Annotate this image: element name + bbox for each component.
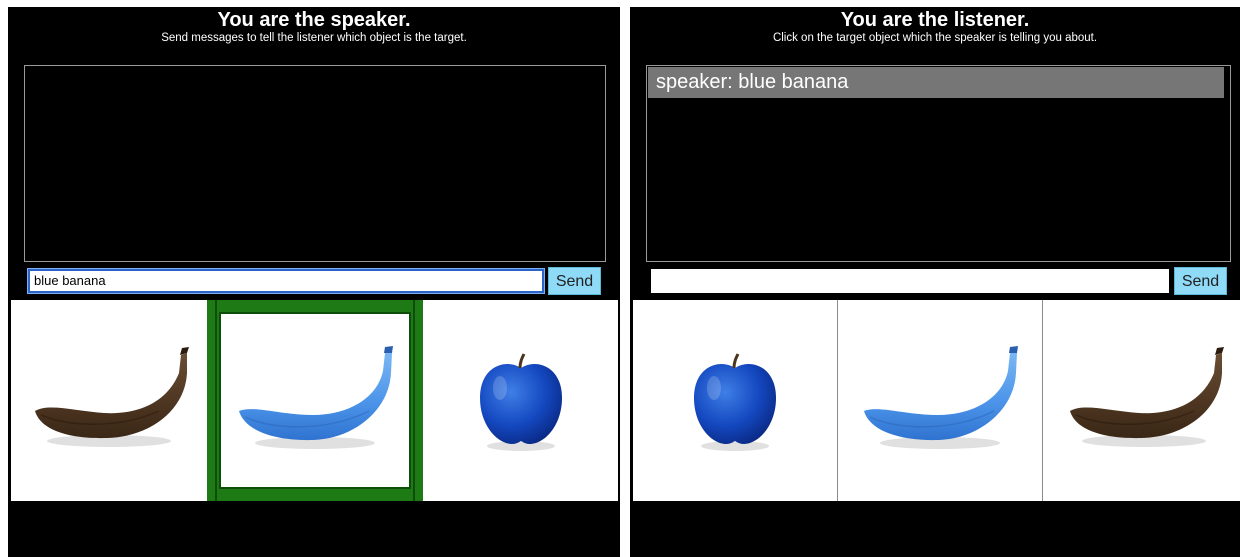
- chat-message: speaker: blue banana: [648, 67, 1224, 98]
- brown-banana-image: [1070, 346, 1224, 447]
- speaker-message-input[interactable]: blue banana: [28, 269, 544, 293]
- blue-apple-image: [694, 352, 776, 451]
- listener-object-blue-apple[interactable]: [633, 300, 837, 501]
- listener-bottom-bar: [630, 502, 1240, 557]
- listener-input-row: Send: [648, 265, 1230, 299]
- speaker-object-brown-banana: [11, 300, 207, 501]
- speaker-object-blue-apple: [423, 300, 618, 501]
- listener-objects-row: [633, 300, 1242, 501]
- brown-banana-image: [35, 346, 189, 447]
- speaker-panel: You are the speaker. Send messages to te…: [8, 7, 620, 557]
- speaker-input-row: blue banana Send: [26, 265, 606, 299]
- blue-apple-image: [479, 352, 562, 451]
- speaker-chat-log: [24, 65, 606, 262]
- blue-banana-image: [864, 345, 1018, 449]
- blue-banana-image: [239, 345, 393, 449]
- speaker-send-button[interactable]: Send: [548, 267, 601, 295]
- listener-header: You are the listener. Click on the targe…: [630, 7, 1240, 45]
- listener-object-blue-banana[interactable]: [837, 300, 1042, 501]
- listener-title: You are the listener.: [840, 9, 1030, 31]
- speaker-header: You are the speaker. Send messages to te…: [8, 7, 620, 45]
- listener-send-button[interactable]: Send: [1174, 267, 1227, 295]
- speaker-title: You are the speaker.: [217, 9, 411, 31]
- speaker-bottom-bar: [8, 502, 620, 557]
- listener-message-input[interactable]: [651, 269, 1169, 293]
- speaker-object-blue-banana-target: [207, 300, 423, 501]
- listener-chat-log: speaker: blue banana: [646, 65, 1231, 262]
- speaker-objects-row: [11, 300, 618, 501]
- listener-panel: You are the listener. Click on the targe…: [630, 7, 1242, 557]
- speaker-subtitle: Send messages to tell the listener which…: [161, 32, 467, 44]
- listener-object-brown-banana[interactable]: [1042, 300, 1242, 501]
- listener-subtitle: Click on the target object which the spe…: [772, 32, 1098, 44]
